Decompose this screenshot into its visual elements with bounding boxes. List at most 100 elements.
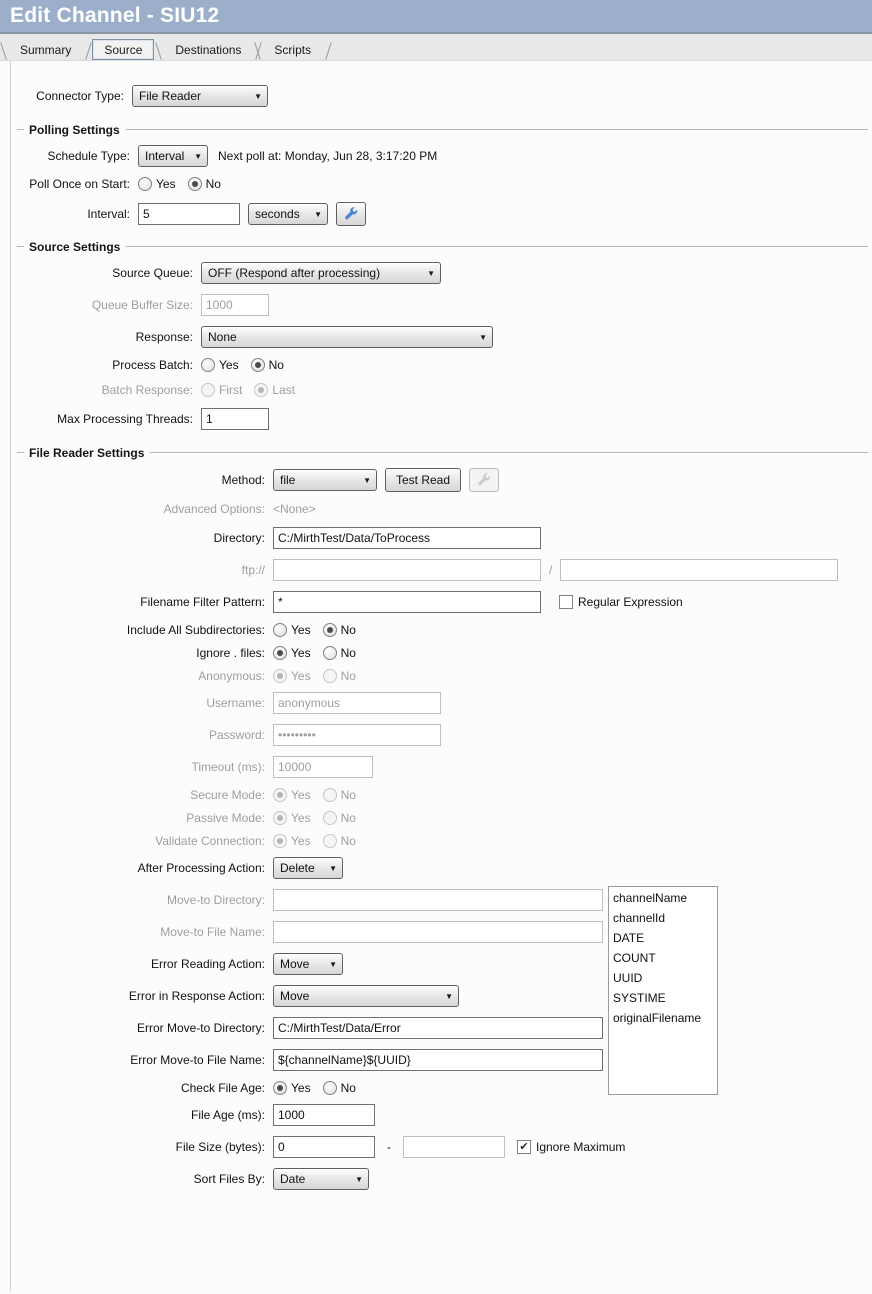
batch-response-last-text: Last — [272, 383, 295, 397]
poll-once-no-radio[interactable] — [188, 177, 202, 191]
ignore-dot-files-yes-text: Yes — [291, 646, 311, 660]
source-queue-select[interactable]: OFF (Respond after processing) ▼ — [201, 262, 441, 284]
process-batch-no-text: No — [269, 358, 284, 372]
file-age-row: File Age (ms): — [11, 1104, 872, 1126]
file-reader-settings-header: File Reader Settings — [17, 446, 868, 460]
chevron-down-icon: ▼ — [194, 152, 202, 161]
interval-unit-select[interactable]: seconds ▼ — [248, 203, 328, 225]
file-size-separator: - — [387, 1140, 391, 1154]
tab-source[interactable]: Source — [92, 39, 154, 60]
source-queue-row: Source Queue: OFF (Respond after process… — [11, 262, 872, 284]
variable-item[interactable]: channelName — [613, 888, 717, 908]
chevron-down-icon: ▼ — [445, 992, 453, 1001]
chevron-down-icon: ▼ — [329, 864, 337, 873]
include-subdirs-no-radio[interactable] — [323, 623, 337, 637]
anonymous-yes-text: Yes — [291, 669, 311, 683]
variable-item[interactable]: DATE — [613, 928, 717, 948]
response-row: Response: None ▼ — [11, 326, 872, 348]
process-batch-yes-radio[interactable] — [201, 358, 215, 372]
response-select[interactable]: None ▼ — [201, 326, 493, 348]
process-batch-row: Process Batch: Yes No — [11, 358, 872, 372]
process-batch-no-radio[interactable] — [251, 358, 265, 372]
process-batch-yes-text: Yes — [219, 358, 239, 372]
variable-item[interactable]: SYSTIME — [613, 988, 717, 1008]
variable-item[interactable]: UUID — [613, 968, 717, 988]
channel-tab-bar: Summary Source Destinations Scripts — [0, 34, 872, 61]
ignore-dot-files-no-text: No — [341, 646, 356, 660]
include-subdirs-yes-text: Yes — [291, 623, 311, 637]
tab-destinations[interactable]: Destinations — [163, 39, 253, 60]
connector-type-row: Connector Type: File Reader ▼ — [11, 85, 872, 107]
max-threads-label: Max Processing Threads: — [11, 412, 201, 426]
error-move-to-filename-input[interactable] — [273, 1049, 603, 1071]
check-file-age-no-radio[interactable] — [323, 1081, 337, 1095]
variable-item[interactable]: originalFilename — [613, 1008, 717, 1028]
file-size-min-input[interactable] — [273, 1136, 375, 1158]
chevron-down-icon: ▼ — [363, 476, 371, 485]
poll-once-label: Poll Once on Start: — [11, 177, 138, 191]
poll-once-no-text: No — [206, 177, 221, 191]
passive-mode-label: Passive Mode: — [11, 811, 273, 825]
variable-item[interactable]: channelId — [613, 908, 717, 928]
regular-expression-checkbox[interactable]: ✔ — [559, 595, 573, 609]
error-in-response-action-select[interactable]: Move ▼ — [273, 985, 459, 1007]
tab-scripts[interactable]: Scripts — [262, 39, 323, 60]
error-reading-action-row: Error Reading Action: Move ▼ — [11, 953, 872, 975]
tab-summary[interactable]: Summary — [8, 39, 83, 60]
anonymous-no-text: No — [341, 669, 356, 683]
error-move-to-directory-label: Error Move-to Directory: — [11, 1021, 273, 1035]
check-icon: ✔ — [519, 1142, 528, 1153]
validate-connection-label: Validate Connection: — [11, 834, 273, 848]
username-row: Username: — [11, 692, 872, 714]
ignore-maximum-text: Ignore Maximum — [536, 1140, 625, 1154]
anonymous-no-radio — [323, 669, 337, 683]
queue-buffer-row: Queue Buffer Size: — [11, 294, 872, 316]
poll-once-yes-radio[interactable] — [138, 177, 152, 191]
after-processing-action-select[interactable]: Delete ▼ — [273, 857, 343, 879]
interval-input[interactable] — [138, 203, 240, 225]
source-tab-panel: Connector Type: File Reader ▼ Polling Se… — [10, 61, 872, 1291]
regular-expression-text: Regular Expression — [578, 595, 683, 609]
error-move-to-directory-input[interactable] — [273, 1017, 603, 1039]
include-subdirs-yes-radio[interactable] — [273, 623, 287, 637]
max-threads-input[interactable] — [201, 408, 269, 430]
file-age-input[interactable] — [273, 1104, 375, 1126]
secure-mode-no-radio — [323, 788, 337, 802]
check-file-age-row: Check File Age: Yes No — [11, 1081, 872, 1095]
test-read-button[interactable]: Test Read — [385, 468, 461, 492]
directory-input[interactable] — [273, 527, 541, 549]
include-subdirs-row: Include All Subdirectories: Yes No — [11, 623, 872, 637]
sort-files-by-select[interactable]: Date ▼ — [273, 1168, 369, 1190]
ignore-maximum-checkbox[interactable]: ✔ — [517, 1140, 531, 1154]
secure-mode-yes-text: Yes — [291, 788, 311, 802]
move-to-directory-input — [273, 889, 603, 911]
file-age-label: File Age (ms): — [11, 1108, 273, 1122]
error-move-to-directory-row: Error Move-to Directory: — [11, 1017, 872, 1039]
schedule-type-select[interactable]: Interval ▼ — [138, 145, 208, 167]
source-settings-header: Source Settings — [17, 240, 868, 254]
error-reading-action-select[interactable]: Move ▼ — [273, 953, 343, 975]
response-label: Response: — [11, 330, 201, 344]
method-select[interactable]: file ▼ — [273, 469, 377, 491]
batch-response-last-radio — [254, 383, 268, 397]
passive-mode-yes-text: Yes — [291, 811, 311, 825]
variable-item[interactable]: COUNT — [613, 948, 717, 968]
chevron-down-icon: ▼ — [479, 333, 487, 342]
secure-mode-yes-radio — [273, 788, 287, 802]
secure-mode-label: Secure Mode: — [11, 788, 273, 802]
filename-filter-row: Filename Filter Pattern: ✔ Regular Expre… — [11, 591, 872, 613]
secure-mode-row: Secure Mode: Yes No — [11, 788, 872, 802]
ignore-dot-files-yes-radio[interactable] — [273, 646, 287, 660]
chevron-down-icon: ▼ — [254, 92, 262, 101]
error-move-to-filename-label: Error Move-to File Name: — [11, 1053, 273, 1067]
advanced-polling-settings-button[interactable] — [336, 202, 366, 226]
filename-filter-input[interactable] — [273, 591, 541, 613]
validate-connection-yes-text: Yes — [291, 834, 311, 848]
move-to-filename-row: Move-to File Name: — [11, 921, 872, 943]
ignore-dot-files-no-radio[interactable] — [323, 646, 337, 660]
chevron-down-icon: ▼ — [314, 210, 322, 219]
connector-type-select[interactable]: File Reader ▼ — [132, 85, 268, 107]
ignore-dot-files-label: Ignore . files: — [11, 646, 273, 660]
validate-connection-row: Validate Connection: Yes No — [11, 834, 872, 848]
check-file-age-yes-radio[interactable] — [273, 1081, 287, 1095]
